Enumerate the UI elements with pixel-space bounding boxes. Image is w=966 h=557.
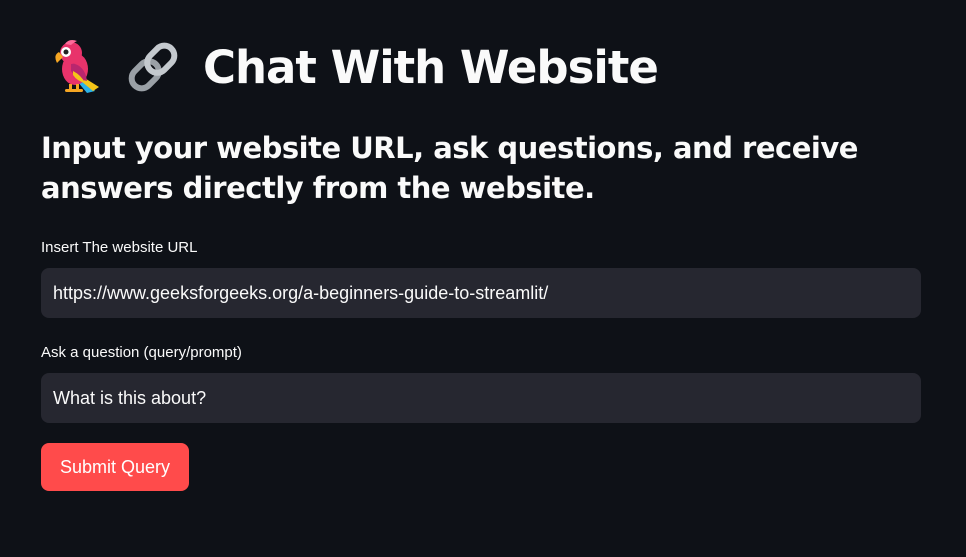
url-input[interactable]: https://www.geeksforgeeks.org/a-beginner… (41, 268, 921, 318)
page-subtitle: Input your website URL, ask questions, a… (41, 131, 858, 205)
link-icon (123, 37, 183, 97)
url-field-label: Insert The website URL (41, 239, 198, 256)
page-title: Chat With Website (203, 40, 659, 94)
page-header: Chat With Website (51, 32, 659, 102)
question-input[interactable]: What is this about? (41, 373, 921, 423)
parrot-icon (51, 37, 107, 97)
question-field-label: Ask a question (query/prompt) (41, 344, 242, 361)
submit-query-button[interactable]: Submit Query (41, 443, 189, 491)
